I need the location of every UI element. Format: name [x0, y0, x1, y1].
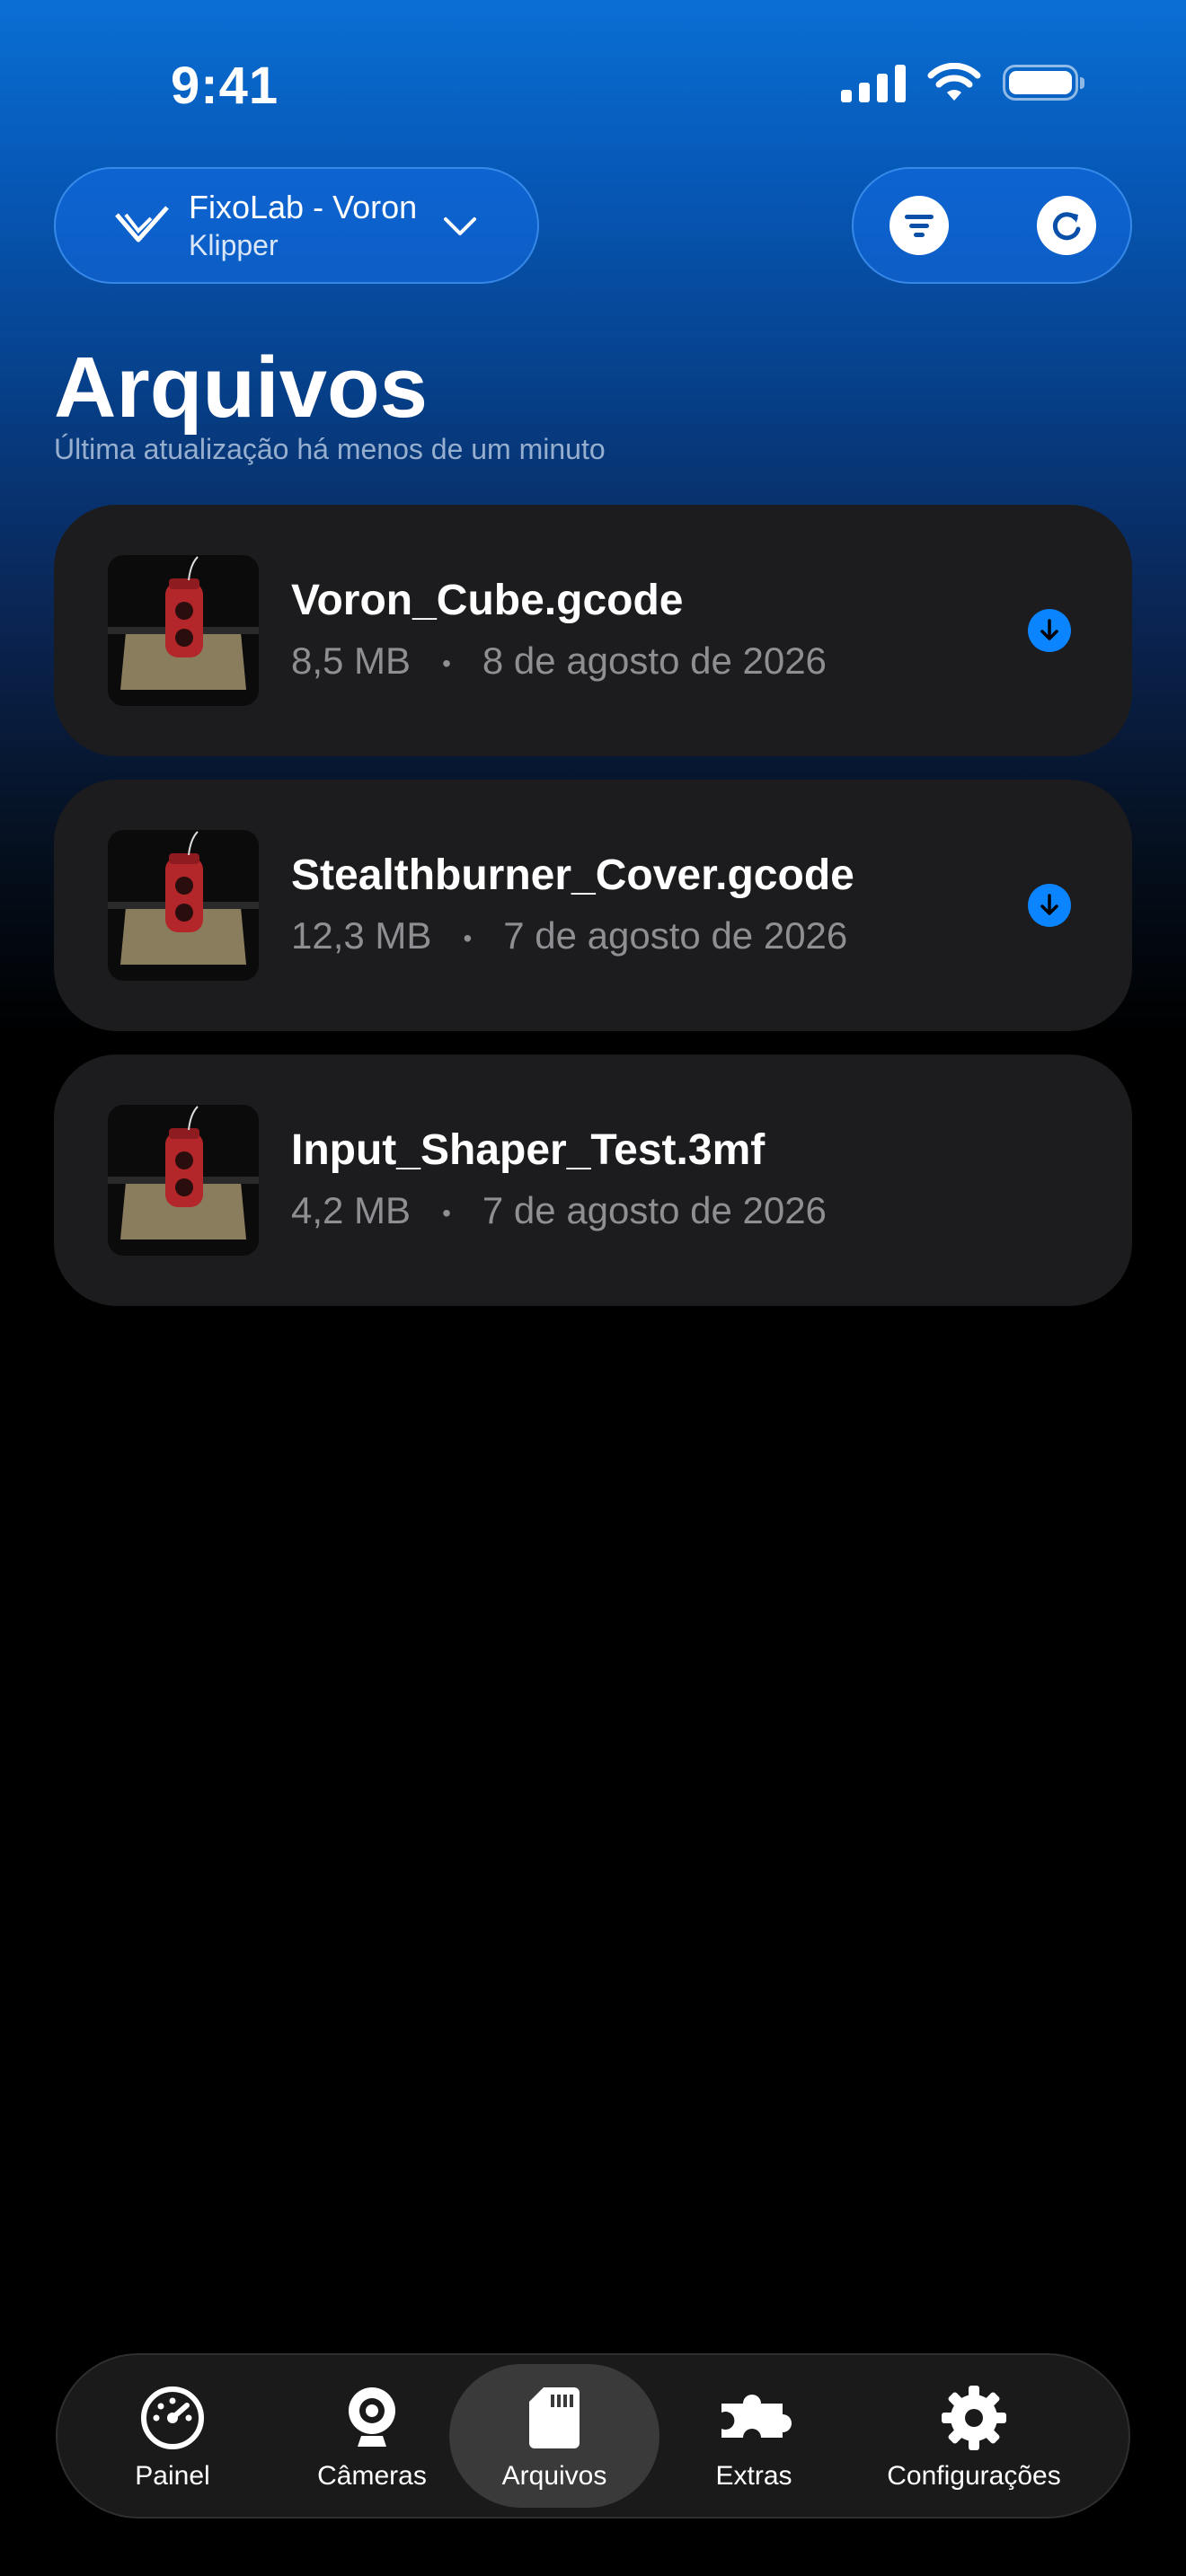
filter-icon — [905, 215, 934, 237]
gear-icon — [942, 2386, 1006, 2450]
status-icons — [841, 63, 1084, 102]
status-time: 9:41 — [171, 57, 279, 115]
meta-separator: • — [442, 1198, 451, 1227]
webcam-icon — [349, 2387, 395, 2447]
file-name: Stealthburner_Cover.gcode — [291, 851, 854, 899]
print-thumbnail-image — [108, 1105, 259, 1256]
file-meta: 4,2 MB • 7 de agosto de 2026 — [291, 1187, 827, 1237]
arrow-down-icon — [1040, 619, 1058, 640]
file-size: 12,3 MB — [291, 914, 432, 957]
tab-configuracoes[interactable]: Configurações — [866, 2364, 1082, 2508]
battery-icon — [1003, 65, 1084, 101]
tab-arquivos[interactable]: Arquivos — [449, 2364, 659, 2508]
gauge-icon — [141, 2386, 204, 2449]
file-size: 4,2 MB — [291, 1189, 412, 1231]
file-thumbnail — [108, 830, 259, 981]
filter-button[interactable] — [890, 196, 949, 255]
page-title: Arquivos — [54, 340, 429, 436]
tab-cameras[interactable]: Câmeras — [291, 2364, 453, 2508]
file-date: 7 de agosto de 2026 — [482, 1189, 827, 1231]
tab-bar: Painel Câmeras Arquivos Extras Configura… — [56, 2353, 1130, 2519]
tab-label: Câmeras — [317, 2461, 427, 2491]
print-thumbnail-image — [108, 555, 259, 706]
file-card[interactable]: Voron_Cube.gcode 8,5 MB • 8 de agosto de… — [54, 505, 1132, 756]
file-date: 7 de agosto de 2026 — [503, 914, 848, 957]
header-actions — [852, 167, 1132, 284]
puzzle-icon — [721, 2395, 792, 2438]
file-card[interactable]: Stealthburner_Cover.gcode 12,3 MB • 7 de… — [54, 780, 1132, 1031]
tab-label: Painel — [135, 2461, 210, 2491]
file-card[interactable]: Input_Shaper_Test.3mf 4,2 MB • 7 de agos… — [54, 1054, 1132, 1306]
sd-card-icon — [529, 2387, 580, 2448]
tab-label: Configurações — [887, 2461, 1061, 2491]
file-meta: 8,5 MB • 8 de agosto de 2026 — [291, 638, 827, 687]
printer-firmware: Klipper — [189, 229, 279, 261]
refresh-icon — [1052, 212, 1081, 241]
file-thumbnail — [108, 1105, 259, 1256]
file-name: Input_Shaper_Test.3mf — [291, 1126, 766, 1174]
file-meta: 12,3 MB • 7 de agosto de 2026 — [291, 913, 847, 962]
meta-separator: • — [463, 923, 473, 952]
cellular-signal-icon — [841, 63, 906, 102]
tab-painel[interactable]: Painel — [101, 2364, 244, 2508]
download-button[interactable] — [1028, 884, 1071, 927]
last-updated-text: Última atualização há menos de um minuto — [54, 433, 606, 465]
printer-name: FixoLab - Voron — [189, 189, 418, 225]
meta-separator: • — [442, 648, 451, 677]
chevron-down-icon — [444, 217, 476, 235]
download-button[interactable] — [1028, 609, 1071, 652]
file-thumbnail — [108, 555, 259, 706]
wifi-icon — [927, 63, 981, 101]
tab-label: Extras — [715, 2461, 792, 2491]
file-date: 8 de agosto de 2026 — [482, 640, 827, 682]
file-size: 8,5 MB — [291, 640, 412, 682]
voron-logo-icon — [115, 206, 169, 243]
tab-extras[interactable]: Extras — [677, 2364, 830, 2508]
tab-label: Arquivos — [501, 2461, 607, 2491]
refresh-button[interactable] — [1037, 196, 1096, 255]
arrow-down-icon — [1040, 894, 1058, 915]
printer-selector[interactable]: FixoLab - Voron Klipper — [54, 167, 539, 284]
print-thumbnail-image — [108, 830, 259, 981]
file-name: Voron_Cube.gcode — [291, 577, 684, 624]
